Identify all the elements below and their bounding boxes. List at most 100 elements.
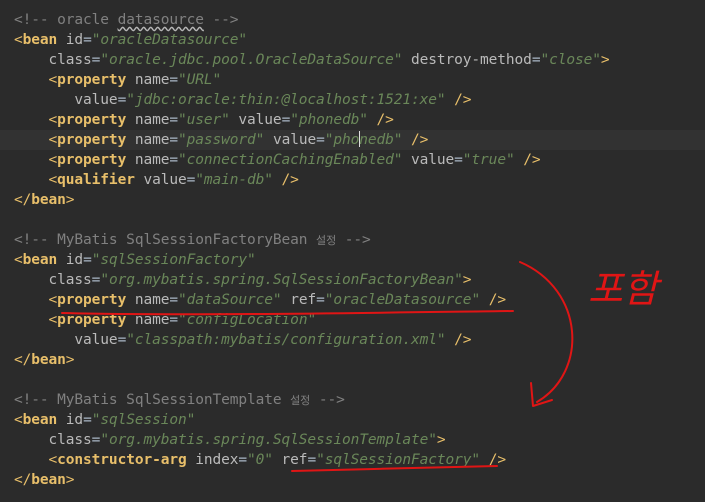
code-token: > [462, 272, 472, 288]
code-token: "oracle.jdbc.pool.OracleDataSource" [100, 52, 403, 68]
code-token: = [169, 132, 178, 148]
code-editor[interactable]: <!-- oracle datasource --> <bean id="orac… [0, 0, 705, 502]
code-token: name [126, 152, 170, 168]
code-token: = [117, 332, 127, 348]
code-line: <constructor-arg index="0" ref="sqlSessi… [14, 450, 507, 470]
code-token: /> [480, 292, 506, 308]
code-token: > [600, 52, 610, 68]
code-token: bean [31, 192, 66, 208]
code-token: --> [203, 12, 239, 28]
code-token: value [134, 172, 187, 188]
code-line: value="jdbc:oracle:thin:@localhost:1521:… [14, 90, 471, 110]
code-line: <property name="connectionCachingEnabled… [14, 150, 541, 170]
code-token: = [307, 452, 317, 468]
code-token: "sqlSessionFactory" [91, 252, 256, 268]
code-token: "sqlSessionFactory" [316, 452, 481, 468]
code-token: name [126, 292, 170, 308]
code-token: property [57, 72, 127, 88]
code-token: class [14, 52, 92, 68]
code-token: property [57, 112, 127, 128]
code-token: = [83, 412, 92, 428]
code-line: <bean id="sqlSessionFactory" [14, 250, 256, 270]
code-token: > [436, 432, 446, 448]
code-token: ref [272, 452, 308, 468]
code-token: = [169, 292, 178, 308]
code-token: id [57, 32, 84, 48]
code-token: bean [31, 352, 66, 368]
code-token: /> [445, 332, 472, 348]
code-token: destroy-method [402, 52, 532, 68]
code-token: > [65, 352, 75, 368]
code-line: <property name="password" value="phonedb… [14, 130, 428, 150]
code-token: bean [22, 412, 58, 428]
code-token: > [65, 192, 75, 208]
code-line: </bean> [14, 470, 75, 490]
code-token: name [126, 72, 170, 88]
code-line: <!-- MyBatis SqlSessionTemplate 설정 --> [14, 390, 345, 410]
code-line: </bean> [14, 350, 75, 370]
code-token: "0" [247, 452, 273, 468]
code-token: "URL" [178, 72, 222, 88]
code-token: bean [22, 252, 58, 268]
code-token: value [402, 152, 455, 168]
code-token: property [57, 312, 127, 328]
code-token: = [316, 292, 325, 308]
code-token: = [83, 32, 92, 48]
code-token: = [169, 112, 178, 128]
code-token: id [57, 252, 84, 268]
code-token: < [14, 172, 58, 188]
code-token: </ [14, 472, 32, 488]
code-token: 설정 [316, 234, 337, 247]
code-token: < [14, 452, 58, 468]
code-token: index [186, 452, 239, 468]
code-token: /> [480, 452, 506, 468]
code-token: = [169, 152, 178, 168]
code-token: </ [14, 352, 32, 368]
code-token: "classpath:mybatis/configuration.xml" [126, 332, 446, 348]
code-token: property [57, 152, 127, 168]
code-token: < [14, 292, 58, 308]
code-token: property [57, 132, 127, 148]
code-token: "true" [462, 152, 515, 168]
code-token: "oracleDatasource" [324, 292, 481, 308]
code-token: name [126, 312, 170, 328]
code-token: "dataSource" [178, 292, 282, 308]
code-line: <property name="user" value="phonedb" /> [14, 110, 394, 130]
code-token: = [454, 152, 463, 168]
code-token: "sqlSession" [91, 412, 196, 428]
code-token: < [14, 412, 23, 428]
code-token: "configLocation" [178, 312, 317, 328]
code-token: value [229, 112, 282, 128]
code-line: <!-- oracle datasource --> [14, 10, 239, 30]
code-token: /> [272, 172, 299, 188]
code-token: = [117, 92, 127, 108]
code-token: datasource [117, 12, 204, 28]
code-token: "connectionCachingEnabled" [178, 152, 403, 168]
code-token: > [65, 472, 75, 488]
code-token: name [126, 112, 170, 128]
code-token: = [238, 452, 248, 468]
code-token: "main-db" [195, 172, 273, 188]
code-token: constructor-arg [57, 452, 187, 468]
code-token: class [14, 272, 92, 288]
code-token: <!-- MyBatis SqlSessionTemplate [14, 392, 291, 408]
code-token: name [126, 132, 170, 148]
code-token: /> [445, 92, 472, 108]
code-token: bean [22, 32, 58, 48]
code-token: "jdbc:oracle:thin:@localhost:1521:xe" [126, 92, 446, 108]
code-token: < [14, 132, 58, 148]
code-token: --> [310, 392, 345, 408]
code-token: < [14, 112, 58, 128]
code-token: <!-- MyBatis SqlSessionFactoryBean [14, 232, 317, 248]
code-line: </bean> [14, 190, 75, 210]
code-line: <bean id="sqlSession" [14, 410, 195, 430]
code-line: <property name="dataSource" ref="oracleD… [14, 290, 507, 310]
code-line: <bean id="oracleDatasource" [14, 30, 247, 50]
code-line: <!-- MyBatis SqlSessionFactoryBean 설정 --… [14, 230, 371, 250]
code-token: < [14, 72, 58, 88]
code-line: class="org.mybatis.spring.SqlSessionFact… [14, 270, 472, 290]
code-token: /> [514, 152, 541, 168]
code-token: < [14, 252, 23, 268]
code-token: 설정 [290, 394, 311, 407]
code-token: /> [402, 132, 429, 148]
